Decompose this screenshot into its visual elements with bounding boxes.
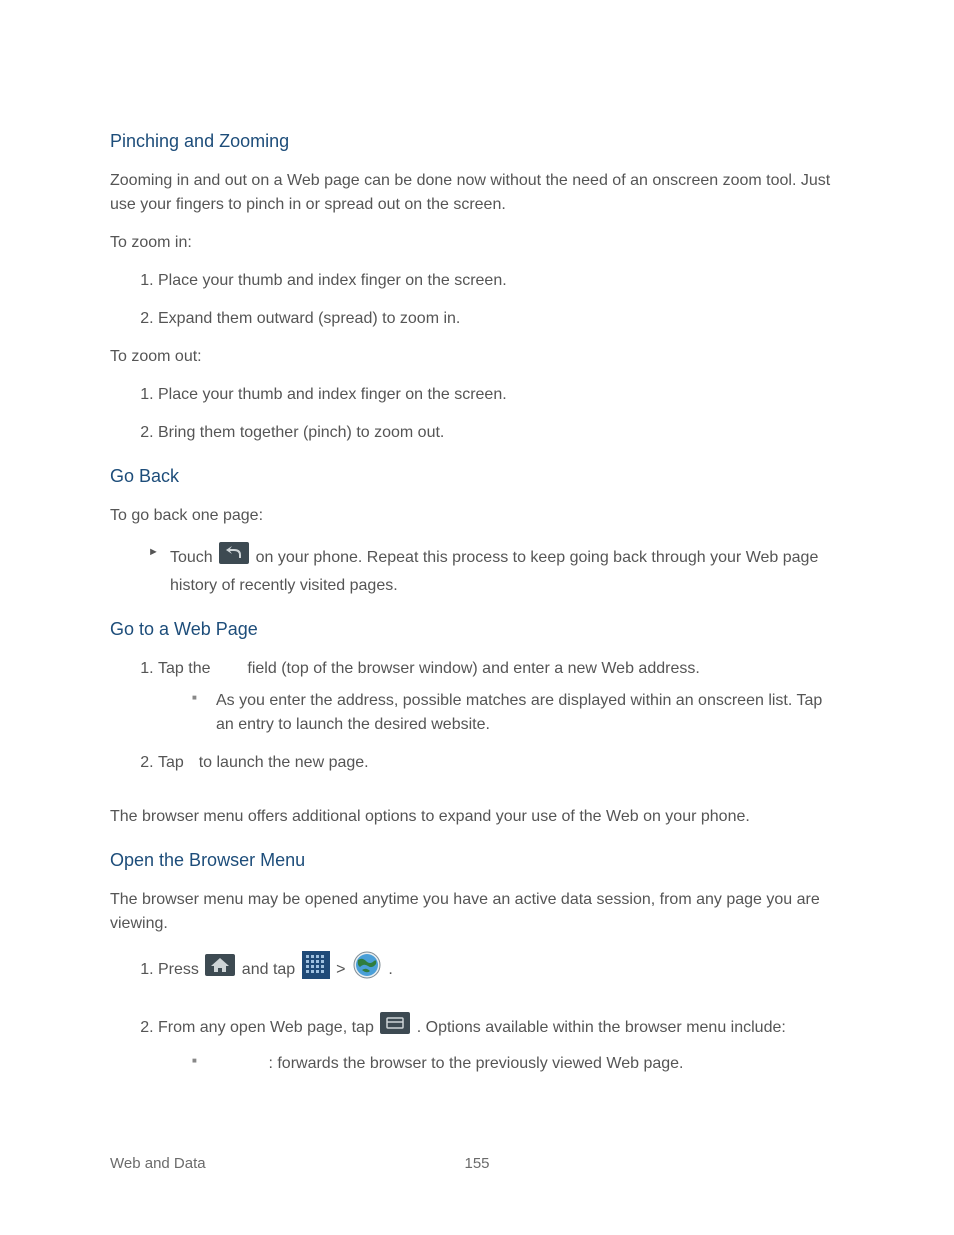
- heading-go-back: Go Back: [110, 463, 844, 490]
- paragraph-go-back-intro: To go back one page:: [110, 504, 844, 528]
- heading-open-browser-menu: Open the Browser Menu: [110, 847, 844, 874]
- page-footer: Web and Data 155: [110, 1153, 844, 1176]
- globe-browser-icon: [352, 950, 382, 988]
- text-field-rest: field (top of the browser window) and en…: [247, 660, 699, 677]
- heading-go-to-web-page: Go to a Web Page: [110, 616, 844, 643]
- list-zoom-out: Place your thumb and index finger on the…: [136, 383, 844, 445]
- text-from-any: From any open Web page, tap: [158, 1019, 378, 1036]
- text-after-back-icon: on your phone. Repeat this process to ke…: [170, 549, 818, 594]
- list-item: Place your thumb and index finger on the…: [158, 269, 844, 293]
- menu-key-icon: [380, 1012, 410, 1042]
- page: Pinching and Zooming Zooming in and out …: [0, 0, 954, 1235]
- heading-pinching-zooming: Pinching and Zooming: [110, 128, 844, 155]
- paragraph-pinch-intro: Zooming in and out on a Web page can be …: [110, 169, 844, 217]
- text-launch-new: to launch the new page.: [199, 754, 369, 771]
- paragraph-open-menu-intro: The browser menu may be opened anytime y…: [110, 888, 844, 936]
- back-key-icon: [219, 542, 249, 572]
- list-item: Press and tap: [158, 950, 844, 990]
- list-item: Touch on your phone. Repeat this process…: [148, 542, 844, 598]
- list-item: As you enter the address, possible match…: [192, 689, 844, 737]
- home-key-icon: [205, 954, 235, 984]
- list-item: Bring them together (pinch) to zoom out.: [158, 421, 844, 445]
- label-zoom-in: To zoom in:: [110, 231, 844, 255]
- text-options-available: . Options available within the browser m…: [417, 1019, 786, 1036]
- text-and-tap: and tap: [242, 961, 300, 978]
- list-item: Tap the field (top of the browser window…: [158, 657, 844, 737]
- list-zoom-in: Place your thumb and index finger on the…: [136, 269, 844, 331]
- text-tap-the: Tap the: [158, 660, 215, 677]
- text-greater-than: >: [336, 961, 350, 978]
- list-go-back: Touch on your phone. Repeat this process…: [148, 542, 844, 598]
- list-item: Expand them outward (spread) to zoom in.: [158, 307, 844, 331]
- list-item: Place your thumb and index finger on the…: [158, 383, 844, 407]
- text-touch: Touch: [170, 549, 217, 566]
- list-sub-go-to: As you enter the address, possible match…: [192, 689, 844, 737]
- list-open-menu: Press and tap: [136, 950, 844, 1076]
- list-go-to-web-page: Tap the field (top of the browser window…: [136, 657, 844, 775]
- text-forward-desc: : forwards the browser to the previously…: [268, 1055, 683, 1072]
- footer-page-number: 155: [110, 1153, 844, 1176]
- text-period: .: [388, 961, 392, 978]
- text-tap: Tap: [158, 754, 188, 771]
- list-item: : forwards the browser to the previously…: [192, 1052, 844, 1076]
- apps-grid-icon: [302, 951, 330, 987]
- list-item: From any open Web page, tap . Options av…: [158, 1012, 844, 1076]
- list-browser-options: : forwards the browser to the previously…: [192, 1052, 844, 1076]
- list-item: Tap to launch the new page.: [158, 751, 844, 775]
- paragraph-browser-menu-intro: The browser menu offers additional optio…: [110, 805, 844, 829]
- label-zoom-out: To zoom out:: [110, 345, 844, 369]
- text-press: Press: [158, 961, 203, 978]
